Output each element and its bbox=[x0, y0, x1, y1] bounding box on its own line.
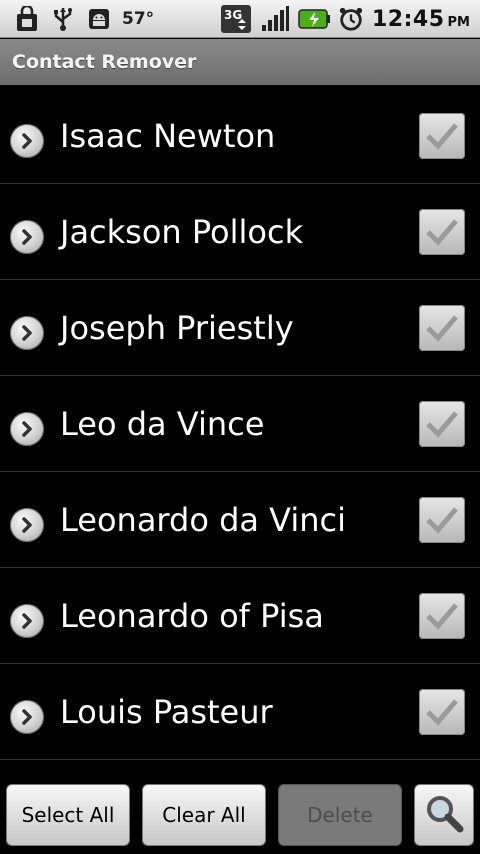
chevron-right-icon[interactable] bbox=[10, 124, 44, 158]
list-item[interactable]: Isaac Newton bbox=[0, 88, 480, 184]
chevron-right-icon[interactable] bbox=[10, 604, 44, 638]
contact-checkbox[interactable] bbox=[419, 113, 465, 159]
app-title: Contact Remover bbox=[12, 51, 197, 73]
contact-name: Isaac Newton bbox=[60, 117, 276, 155]
list-item[interactable]: Leo da Vince bbox=[0, 376, 480, 472]
contact-checkbox[interactable] bbox=[419, 305, 465, 351]
delete-button[interactable]: Delete bbox=[278, 784, 402, 846]
search-button[interactable] bbox=[414, 784, 474, 846]
status-bar: 57° 3G 12:45 PM bbox=[0, 0, 480, 38]
signal-icon bbox=[260, 6, 290, 32]
list-item[interactable]: Joseph Priestly bbox=[0, 280, 480, 376]
contact-checkbox[interactable] bbox=[419, 401, 465, 447]
android-debug-icon bbox=[86, 6, 112, 32]
contact-checkbox[interactable] bbox=[419, 497, 465, 543]
contact-name: Leo da Vince bbox=[60, 405, 265, 443]
3g-icon: 3G bbox=[220, 5, 252, 33]
select-all-button[interactable]: Select All bbox=[6, 784, 130, 846]
shopping-bag-icon bbox=[14, 6, 40, 32]
contact-checkbox[interactable] bbox=[419, 593, 465, 639]
alarm-clock-icon bbox=[338, 6, 364, 32]
list-item[interactable]: Leonardo da Vinci bbox=[0, 472, 480, 568]
chevron-right-icon[interactable] bbox=[10, 508, 44, 542]
contact-list: Isaac Newton Jackson Pollock Joseph Prie… bbox=[0, 88, 480, 760]
chevron-right-icon[interactable] bbox=[10, 412, 44, 446]
contact-name: Louis Pasteur bbox=[60, 693, 273, 731]
contact-name: Leonardo of Pisa bbox=[60, 597, 324, 635]
list-item[interactable]: Louis Pasteur bbox=[0, 664, 480, 760]
title-bar: Contact Remover bbox=[0, 39, 480, 85]
usb-icon bbox=[50, 6, 76, 32]
chevron-right-icon[interactable] bbox=[10, 316, 44, 350]
chevron-right-icon[interactable] bbox=[10, 700, 44, 734]
list-item[interactable]: Leonardo of Pisa bbox=[0, 568, 480, 664]
contact-checkbox[interactable] bbox=[419, 689, 465, 735]
clear-all-button[interactable]: Clear All bbox=[142, 784, 266, 846]
search-icon bbox=[422, 791, 466, 840]
contact-name: Leonardo da Vinci bbox=[60, 501, 347, 539]
time: 12:45 bbox=[372, 6, 445, 32]
list-item[interactable]: Jackson Pollock bbox=[0, 184, 480, 280]
chevron-right-icon[interactable] bbox=[10, 220, 44, 254]
contact-name: Joseph Priestly bbox=[60, 309, 294, 347]
temperature: 57° bbox=[122, 9, 155, 29]
contact-name: Jackson Pollock bbox=[60, 213, 304, 251]
battery-charging-icon bbox=[298, 6, 330, 32]
contact-checkbox[interactable] bbox=[419, 209, 465, 255]
svg-text:3G: 3G bbox=[224, 8, 242, 22]
bottom-button-bar: Select All Clear All Delete bbox=[0, 774, 480, 854]
clock: 12:45 PM bbox=[372, 7, 470, 32]
ampm: PM bbox=[447, 14, 470, 30]
